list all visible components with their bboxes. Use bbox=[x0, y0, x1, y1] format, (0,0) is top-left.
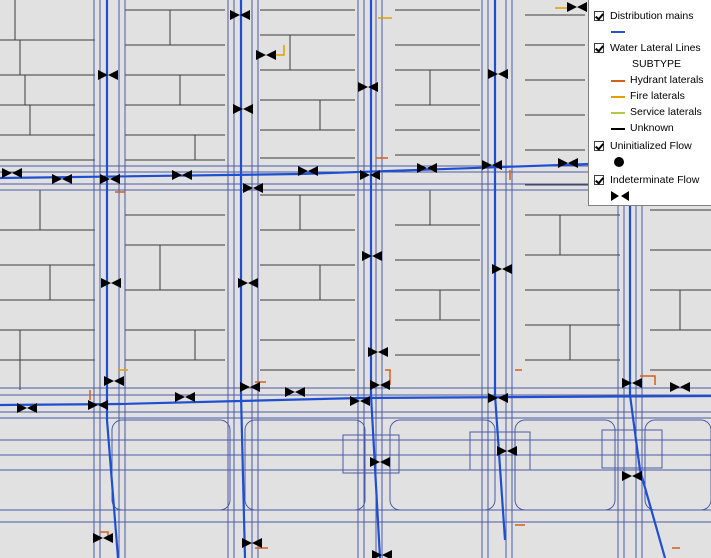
unknown-symbol bbox=[611, 128, 625, 130]
indeterminate-flow-label: Indeterminate Flow bbox=[610, 174, 700, 186]
filled-circle-icon bbox=[614, 157, 624, 167]
distribution-mains-symbol bbox=[611, 31, 625, 33]
unknown-label: Unknown bbox=[630, 122, 674, 134]
hydrant-laterals-symbol bbox=[611, 80, 625, 82]
distribution-mains-checkbox[interactable] bbox=[594, 11, 604, 21]
map-legend: Distribution mains Water Lateral Lines S… bbox=[588, 0, 711, 206]
fire-laterals-symbol bbox=[611, 96, 625, 98]
legend-uninitialized-flow[interactable]: Uninitialized Flow bbox=[589, 138, 692, 154]
distribution-mains-label: Distribution mains bbox=[610, 10, 694, 22]
fire-laterals-label: Fire laterals bbox=[630, 90, 685, 102]
legend-water-lateral-lines[interactable]: Water Lateral Lines bbox=[589, 40, 701, 56]
water-lateral-lines-checkbox[interactable] bbox=[594, 43, 604, 53]
service-laterals-label: Service laterals bbox=[630, 106, 702, 118]
bowtie-icon bbox=[611, 191, 629, 201]
service-laterals-symbol bbox=[611, 112, 625, 114]
legend-distribution-mains[interactable]: Distribution mains bbox=[589, 8, 693, 24]
uninitialized-flow-checkbox[interactable] bbox=[594, 141, 604, 151]
legend-indeterminate-flow[interactable]: Indeterminate Flow bbox=[589, 172, 699, 188]
indeterminate-flow-checkbox[interactable] bbox=[594, 175, 604, 185]
water-lateral-lines-label: Water Lateral Lines bbox=[610, 42, 701, 54]
subtype-heading: SUBTYPE bbox=[632, 58, 682, 70]
uninitialized-flow-label: Uninitialized Flow bbox=[610, 140, 692, 152]
hydrant-laterals-label: Hydrant laterals bbox=[630, 74, 704, 86]
